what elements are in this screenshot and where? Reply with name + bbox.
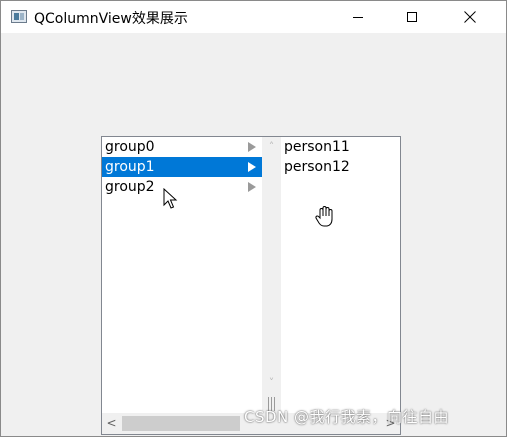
horizontal-scroll-thumb[interactable] — [122, 416, 240, 431]
column-view[interactable]: group0 group1 group2 ˄ ˅ person11 person… — [101, 136, 401, 435]
app-icon — [11, 10, 27, 23]
expand-arrow-icon — [248, 182, 256, 192]
scroll-left-button[interactable]: < — [103, 413, 120, 434]
vertical-scrollbar[interactable]: ˄ ˅ — [262, 137, 281, 413]
person-item[interactable]: person11 — [284, 137, 350, 157]
close-button[interactable] — [447, 1, 493, 33]
watermark: CSDN @我行我素，向往自由 — [244, 408, 450, 426]
close-icon — [464, 11, 476, 23]
minimize-icon — [353, 16, 363, 18]
person-item[interactable]: person12 — [284, 157, 350, 177]
expand-arrow-icon — [248, 142, 256, 152]
app-window: QColumnView效果展示 group0 group1 group2 ˄ ˅… — [0, 0, 507, 437]
title-bar[interactable]: QColumnView效果展示 — [1, 1, 506, 33]
minimize-button[interactable] — [335, 1, 381, 33]
scroll-down-button[interactable]: ˅ — [262, 374, 281, 391]
group-item-2[interactable]: group2 — [102, 177, 262, 197]
window-title: QColumnView效果展示 — [34, 11, 188, 27]
group-item-1[interactable]: group1 — [102, 157, 262, 177]
group-item-label: group2 — [105, 179, 155, 195]
maximize-icon — [407, 12, 417, 22]
expand-arrow-icon — [248, 162, 256, 172]
scroll-up-button[interactable]: ˄ — [262, 138, 281, 155]
open-hand-cursor-icon — [315, 205, 333, 227]
groups-column: group0 group1 group2 — [102, 137, 262, 413]
maximize-button[interactable] — [389, 1, 435, 33]
persons-column: person11 person12 — [281, 137, 400, 413]
group-item-label: group0 — [105, 139, 155, 155]
group-item-label: group1 — [105, 159, 155, 175]
group-item-0[interactable]: group0 — [102, 137, 262, 157]
arrow-cursor-icon — [163, 188, 178, 209]
